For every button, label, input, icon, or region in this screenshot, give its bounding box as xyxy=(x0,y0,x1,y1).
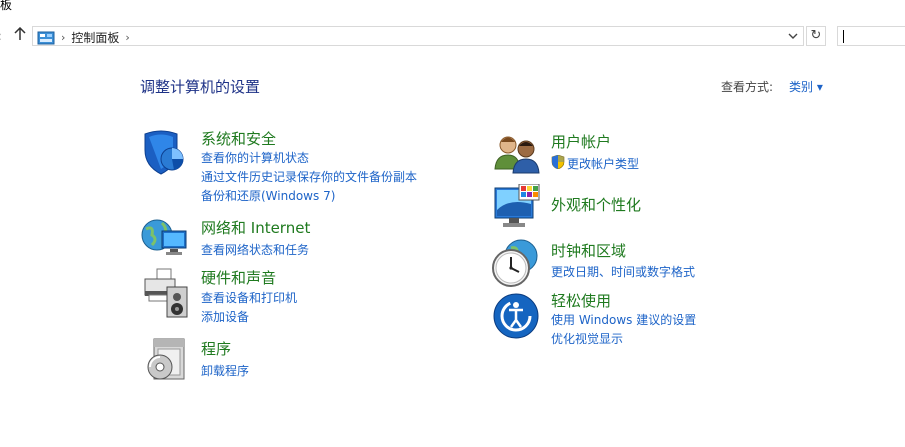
category-clock-region[interactable]: 时钟和区域 xyxy=(551,240,626,261)
printer-speaker-icon[interactable] xyxy=(141,267,189,323)
link-change-date-time-format[interactable]: 更改日期、时间或数字格式 xyxy=(551,263,695,280)
uac-shield-icon xyxy=(551,154,565,170)
category-ease-of-access[interactable]: 轻松使用 xyxy=(551,290,611,311)
network-globe-icon[interactable] xyxy=(140,215,188,263)
view-by-label: 查看方式: xyxy=(721,80,774,94)
link-view-devices-printers[interactable]: 查看设备和打印机 xyxy=(201,289,297,306)
window-title-fragment: 板 xyxy=(0,0,13,12)
chevron-down-icon[interactable] xyxy=(787,28,799,47)
breadcrumb-control-panel[interactable]: 控制面板 xyxy=(71,29,119,46)
link-add-device[interactable]: 添加设备 xyxy=(201,308,249,325)
view-by-dropdown[interactable]: 类别 ▾ xyxy=(789,78,823,95)
link-change-account-type[interactable]: 更改帐户类型 xyxy=(567,155,639,172)
refresh-icon[interactable]: ↻ xyxy=(806,26,826,46)
search-input[interactable] xyxy=(837,26,905,46)
programs-disc-icon[interactable] xyxy=(146,337,188,387)
category-network-internet[interactable]: 网络和 Internet xyxy=(201,217,310,238)
category-hardware-sound[interactable]: 硬件和声音 xyxy=(201,267,276,288)
link-file-history-backup[interactable]: 通过文件历史记录保存你的文件备份副本 xyxy=(201,168,417,185)
link-uninstall-program[interactable]: 卸载程序 xyxy=(201,362,249,379)
monitor-palette-icon[interactable] xyxy=(493,183,541,234)
ease-of-access-icon[interactable] xyxy=(493,293,539,343)
control-panel-small-icon xyxy=(37,30,55,45)
text-caret xyxy=(843,30,844,43)
category-user-accounts[interactable]: 用户帐户 xyxy=(551,131,611,152)
category-appearance-personalization[interactable]: 外观和个性化 xyxy=(551,194,641,215)
category-programs[interactable]: 程序 xyxy=(201,338,231,359)
link-view-network-status[interactable]: 查看网络状态和任务 xyxy=(201,241,309,258)
link-optimize-visual-display[interactable]: 优化视觉显示 xyxy=(551,330,623,347)
page-title: 调整计算机的设置 xyxy=(140,78,261,96)
shield-icon[interactable] xyxy=(141,128,187,180)
link-view-computer-status[interactable]: 查看你的计算机状态 xyxy=(201,149,309,166)
clock-globe-icon[interactable] xyxy=(491,238,541,292)
back-arrow-icon[interactable]: ‹ xyxy=(0,27,2,47)
address-bar[interactable]: › 控制面板 › xyxy=(32,26,804,46)
up-arrow-icon[interactable] xyxy=(13,26,27,47)
breadcrumb-separator[interactable]: › xyxy=(61,31,65,44)
breadcrumb-separator[interactable]: › xyxy=(125,31,129,44)
users-icon[interactable] xyxy=(493,133,541,179)
category-system-security[interactable]: 系统和安全 xyxy=(201,128,276,149)
link-windows-recommended-settings[interactable]: 使用 Windows 建议的设置 xyxy=(551,311,696,328)
link-backup-restore[interactable]: 备份和还原(Windows 7) xyxy=(201,187,335,204)
